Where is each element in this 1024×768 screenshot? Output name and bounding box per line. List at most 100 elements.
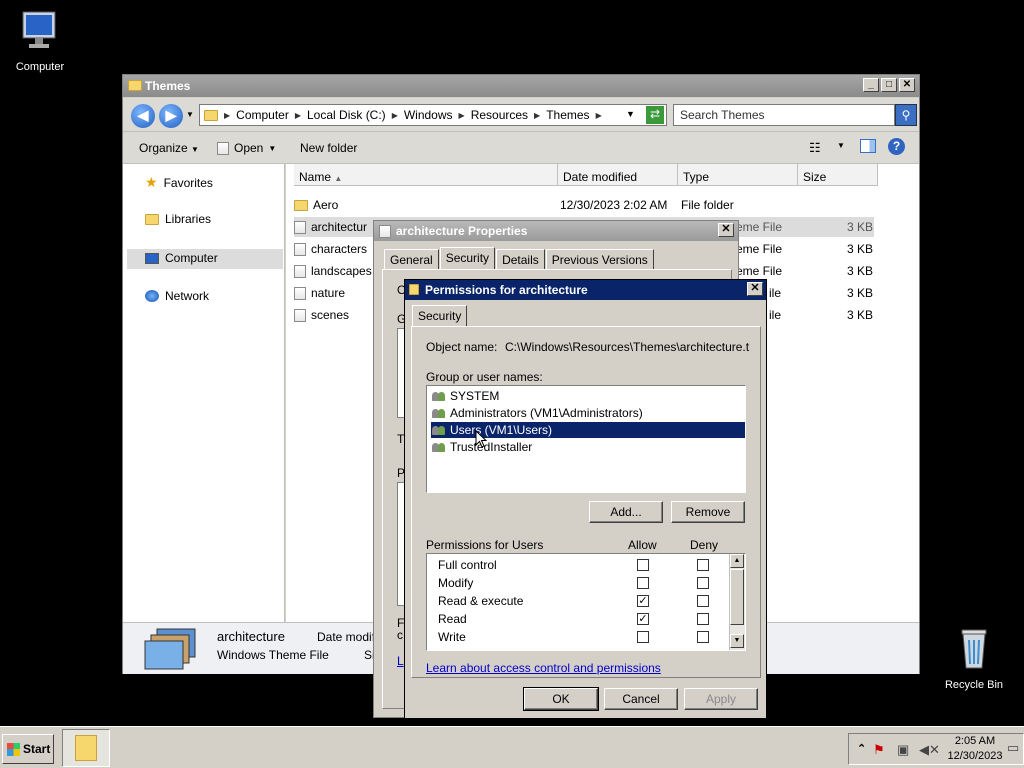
history-dropdown-icon[interactable]: ▼	[186, 110, 194, 119]
permissions-panel: Object name: C:\Windows\Resources\Themes…	[411, 326, 761, 678]
allow-checkbox-read[interactable]: ✓	[637, 613, 649, 625]
file-row-aero[interactable]: Aero 12/30/2023 2:02 AM File folder	[294, 195, 874, 215]
perm-row-modify: Modify	[427, 574, 727, 592]
new-folder-button[interactable]: New folder	[300, 141, 357, 155]
clock-date[interactable]: 12/30/2023	[945, 750, 1005, 762]
breadcrumb-themes[interactable]: Themes	[546, 108, 589, 122]
chevron-right-icon[interactable]: ▶	[295, 111, 301, 120]
column-header-size[interactable]: Size	[798, 164, 878, 186]
theme-file-icon	[294, 264, 306, 278]
ok-button[interactable]: OK	[523, 687, 599, 711]
properties-titlebar[interactable]: architecture Properties ✕	[374, 221, 738, 241]
deny-checkbox-write[interactable]	[697, 631, 709, 643]
show-desktop-icon[interactable]: ▭	[1007, 740, 1019, 756]
breadcrumb-computer[interactable]: Computer	[236, 108, 289, 122]
explorer-title: Themes	[145, 79, 191, 93]
users-icon	[432, 390, 446, 402]
allow-checkbox-full-control[interactable]	[637, 559, 649, 571]
minimize-button[interactable]: _	[863, 78, 879, 92]
nav-item-favorites[interactable]: ★ Favorites	[145, 174, 213, 191]
allow-checkbox-modify[interactable]	[637, 577, 649, 589]
deny-checkbox-read-execute[interactable]	[697, 595, 709, 607]
breadcrumb-windows[interactable]: Windows	[404, 108, 453, 122]
theme-preview-icon	[144, 628, 196, 670]
nav-item-libraries[interactable]: Libraries	[145, 212, 211, 226]
deny-column-label: Deny	[690, 538, 719, 552]
views-dropdown-icon[interactable]: ▼	[837, 141, 845, 150]
refresh-icon[interactable]: ⇄	[646, 106, 664, 124]
remove-button[interactable]: Remove	[671, 501, 745, 523]
chevron-right-icon[interactable]: ▶	[534, 111, 540, 120]
permissions-list: Full control Modify Read & execute ✓ Rea…	[426, 553, 746, 651]
computer-icon	[145, 252, 159, 264]
apply-button: Apply	[684, 688, 758, 710]
preview-pane-icon[interactable]	[860, 139, 876, 153]
desktop-computer-icon[interactable]: Computer	[0, 10, 80, 73]
back-button[interactable]: ◀	[131, 104, 155, 128]
library-icon	[145, 213, 159, 225]
column-header-name[interactable]: Name ▲	[294, 164, 558, 186]
permissions-for-label: Permissions for Users	[426, 538, 544, 552]
scroll-up-icon[interactable]: ▲	[730, 554, 744, 568]
address-row: ◀ ▶ ▼ ▶ Computer ▶ Local Disk (C:) ▶ Win…	[123, 98, 919, 132]
access-control-help-link[interactable]: Learn about access control and permissio…	[426, 661, 661, 675]
maximize-button[interactable]: □	[881, 78, 897, 92]
network-tray-icon[interactable]: ▣	[897, 742, 909, 758]
allow-checkbox-read-execute[interactable]: ✓	[637, 595, 649, 607]
folder-icon	[128, 80, 142, 91]
deny-checkbox-full-control[interactable]	[697, 559, 709, 571]
search-input[interactable]: Search Themes	[673, 104, 895, 126]
help-icon[interactable]: ?	[888, 138, 905, 155]
scroll-thumb[interactable]	[730, 569, 744, 625]
add-button[interactable]: Add...	[589, 501, 663, 523]
breadcrumb-local-disk[interactable]: Local Disk (C:)	[307, 108, 386, 122]
list-item-system[interactable]: SYSTEM	[431, 388, 745, 404]
close-button[interactable]: ✕	[899, 78, 915, 92]
chevron-right-icon[interactable]: ▶	[392, 111, 398, 120]
chevron-right-icon[interactable]: ▶	[224, 111, 230, 120]
organize-button[interactable]: Organize ▼	[139, 141, 199, 155]
taskbar-explorer-button[interactable]	[62, 729, 110, 767]
breadcrumb-resources[interactable]: Resources	[471, 108, 528, 122]
chevron-right-icon[interactable]: ▶	[459, 111, 465, 120]
address-dropdown-icon[interactable]: ▼	[626, 109, 635, 119]
speaker-muted-icon[interactable]: ◀✕	[919, 742, 940, 758]
permissions-close-button[interactable]: ✕	[747, 282, 763, 296]
column-header-type[interactable]: Type	[678, 164, 798, 186]
explorer-titlebar[interactable]: Themes _ □ ✕	[123, 75, 919, 97]
desktop-computer-label: Computer	[15, 61, 65, 73]
recycle-bin-icon	[961, 629, 987, 669]
nav-item-network[interactable]: Network	[145, 289, 209, 303]
views-icon[interactable]: ☷	[809, 140, 821, 156]
taskbar: Start ⌃ ⚑ ▣ ◀✕ 2:05 AM 12/30/2023 ▭	[0, 726, 1024, 768]
start-button[interactable]: Start	[2, 734, 54, 764]
user-listbox[interactable]: SYSTEM Administrators (VM1\Administrator…	[426, 385, 746, 493]
perm-row-read-execute: Read & execute ✓	[427, 592, 727, 610]
clock-time[interactable]: 2:05 AM	[951, 735, 999, 747]
properties-close-button[interactable]: ✕	[718, 223, 734, 237]
search-icon[interactable]: ⚲	[895, 104, 917, 126]
perm-row-write: Write	[427, 628, 727, 646]
column-header-date[interactable]: Date modified	[558, 164, 678, 186]
cancel-button[interactable]: Cancel	[604, 688, 678, 710]
scroll-down-icon[interactable]: ▼	[730, 634, 744, 648]
address-bar[interactable]: ▶ Computer ▶ Local Disk (C:) ▶ Windows ▶…	[199, 104, 667, 126]
chevron-right-icon[interactable]: ▶	[596, 111, 602, 120]
group-names-label: Group or user names:	[426, 370, 543, 384]
permissions-titlebar[interactable]: Permissions for architecture ✕	[405, 280, 766, 300]
forward-button[interactable]: ▶	[159, 104, 183, 128]
desktop-recycle-bin[interactable]: Recycle Bin	[934, 624, 1014, 691]
open-button[interactable]: Open ▼	[217, 141, 276, 155]
deny-checkbox-modify[interactable]	[697, 577, 709, 589]
tab-security[interactable]: Security	[439, 247, 496, 271]
allow-checkbox-write[interactable]	[637, 631, 649, 643]
theme-file-icon	[294, 286, 306, 300]
deny-checkbox-read[interactable]	[697, 613, 709, 625]
permissions-scrollbar[interactable]: ▲ ▼	[729, 554, 745, 650]
partial-link[interactable]: L	[397, 654, 404, 668]
list-item-administrators[interactable]: Administrators (VM1\Administrators)	[431, 405, 745, 421]
action-center-flag-icon[interactable]: ⚑	[873, 742, 885, 758]
show-hidden-icons-icon[interactable]: ⌃	[857, 742, 866, 755]
star-icon: ★	[145, 174, 158, 190]
nav-item-computer[interactable]: Computer	[145, 251, 218, 265]
